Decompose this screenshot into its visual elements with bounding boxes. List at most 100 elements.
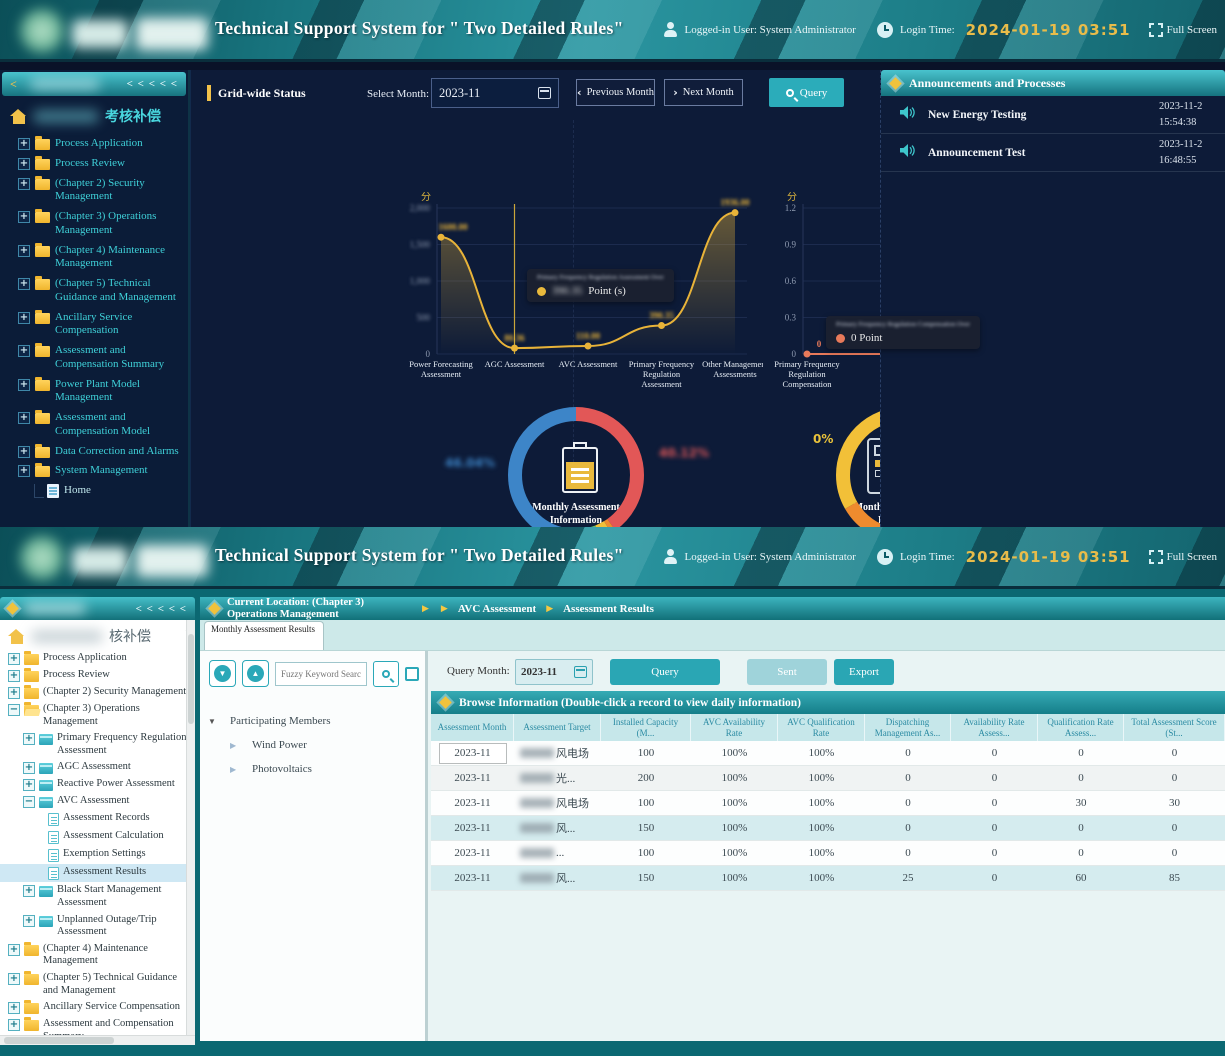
chevron-right-icon[interactable]: ▶ (230, 765, 240, 774)
expand-icon[interactable]: − (8, 704, 20, 716)
members-tree-item-wind[interactable]: ▶ Wind Power (208, 733, 425, 757)
tree-item[interactable]: Exemption Settings (0, 846, 195, 864)
sidebar-collapse-bar[interactable]: < < < < < < (2, 72, 186, 96)
sidebar-item[interactable]: +Assessment and Compensation Model (0, 408, 188, 442)
tree-item[interactable]: +Assessment and Compensation Summary (0, 1016, 195, 1035)
query-button[interactable]: Query (610, 659, 720, 685)
fuzzy-search-input[interactable] (275, 662, 367, 686)
expand-icon[interactable]: + (18, 178, 30, 190)
checkbox[interactable] (405, 667, 419, 681)
full-screen-button[interactable]: Full Screen (1148, 22, 1217, 38)
sidebar-item[interactable]: +(Chapter 2) Security Management (0, 174, 188, 208)
tree-item[interactable]: +Ancillary Service Compensation (0, 999, 195, 1016)
month-picker[interactable] (431, 78, 559, 108)
assessment-line-chart[interactable]: Primary Frequency Regulation Assessment … (391, 192, 763, 392)
tree-item[interactable]: +(Chapter 2) Security Management (0, 684, 195, 701)
expand-icon[interactable]: + (18, 465, 30, 477)
expand-icon[interactable]: + (18, 312, 30, 324)
table-row[interactable]: 2023-11风...150100%100%0000 (431, 816, 1225, 841)
column-header[interactable]: Dispatching Management As... (865, 714, 951, 741)
next-month-button[interactable]: ›Next Month (664, 79, 743, 106)
table-row[interactable]: 2023-11风电场100100%100%0000 (431, 741, 1225, 766)
column-header[interactable]: AVC Qualification Rate (778, 714, 865, 741)
tree-item[interactable]: +(Chapter 4) Maintenance Management (0, 941, 195, 970)
expand-icon[interactable]: + (8, 670, 20, 682)
expand-icon[interactable]: + (18, 379, 30, 391)
sidebar-item[interactable]: +Data Correction and Alarms (0, 442, 188, 462)
tree-item[interactable]: Assessment Calculation (0, 828, 195, 846)
expand-icon[interactable]: + (8, 944, 20, 956)
expand-icon[interactable]: + (23, 733, 35, 745)
sidebar-item[interactable]: +Power Plant Model Management (0, 375, 188, 409)
tree-item[interactable]: +Process Application (0, 650, 195, 667)
table-row[interactable]: 2023-11风...150100%100%2506085 (431, 866, 1225, 891)
expand-icon[interactable]: + (18, 345, 30, 357)
expand-icon[interactable]: + (8, 1002, 20, 1014)
tree-item[interactable]: +Black Start Management Assessment (0, 882, 195, 911)
expand-icon[interactable]: + (8, 653, 20, 665)
horizontal-scrollbar[interactable] (0, 1035, 195, 1045)
sidebar-collapse-bar[interactable]: < < < < < (0, 597, 195, 620)
expand-icon[interactable]: + (8, 973, 20, 985)
expand-icon[interactable]: + (8, 1019, 20, 1031)
tree-root[interactable]: 核补偿 (0, 622, 195, 650)
column-header[interactable]: AVC Availability Rate (691, 714, 778, 741)
tree-item[interactable]: −AVC Assessment (0, 793, 195, 810)
expand-icon[interactable]: + (18, 211, 30, 223)
sidebar-item[interactable]: +(Chapter 4) Maintenance Management (0, 241, 188, 275)
breadcrumb-item[interactable]: AVC Assessment (458, 603, 536, 615)
expand-icon[interactable]: + (18, 158, 30, 170)
query-month-picker[interactable] (515, 659, 593, 685)
expand-icon[interactable]: + (18, 245, 30, 257)
table-row[interactable]: 2023-11光...200100%100%0000 (431, 766, 1225, 791)
breadcrumb-item[interactable]: Assessment Results (563, 603, 654, 615)
column-header[interactable]: Qualification Rate Assess... (1038, 714, 1124, 741)
expand-all-button[interactable]: ▼ (209, 660, 236, 687)
tree-item[interactable]: +Reactive Power Assessment (0, 776, 195, 793)
column-header[interactable]: Assessment Target (514, 714, 601, 741)
export-button[interactable]: Export (834, 659, 894, 685)
sent-button[interactable]: Sent (747, 659, 827, 685)
sidebar-item[interactable]: +(Chapter 5) Technical Guidance and Mana… (0, 274, 188, 308)
tree-root[interactable]: 考核补偿 (0, 100, 188, 134)
sidebar-item-home[interactable]: Home (0, 481, 188, 501)
table-row[interactable]: 2023-11风电场100100%100%003030 (431, 791, 1225, 816)
query-button[interactable]: Query (769, 78, 844, 107)
full-screen-button[interactable]: Full Screen (1148, 549, 1217, 565)
tree-item[interactable]: +AGC Assessment (0, 759, 195, 776)
sidebar-item[interactable]: +(Chapter 3) Operations Management (0, 207, 188, 241)
members-tree-item-pv[interactable]: ▶ Photovoltaics (208, 757, 425, 781)
query-month-input[interactable] (521, 666, 574, 678)
search-button[interactable] (373, 661, 399, 687)
chevron-right-icon[interactable]: ▶ (230, 741, 240, 750)
expand-icon[interactable]: + (18, 278, 30, 290)
expand-icon[interactable]: + (8, 687, 20, 699)
expand-icon[interactable]: + (18, 412, 30, 424)
expand-icon[interactable]: − (23, 796, 35, 808)
vertical-scrollbar[interactable] (186, 620, 195, 1035)
expand-icon[interactable]: + (23, 885, 35, 897)
sidebar-item[interactable]: +Assessment and Compensation Summary (0, 341, 188, 375)
expand-icon[interactable]: + (18, 138, 30, 150)
collapse-all-button[interactable]: ▲ (242, 660, 269, 687)
column-header[interactable]: Installed Capacity (M... (601, 714, 691, 741)
column-header[interactable]: Total Assessment Score (St... (1124, 714, 1225, 741)
tree-item[interactable]: Assessment Records (0, 810, 195, 828)
members-tree-root[interactable]: ▼ Participating Members (208, 709, 425, 733)
expand-icon[interactable]: + (23, 915, 35, 927)
table-row[interactable]: 2023-11...100100%100%0000 (431, 841, 1225, 866)
tree-item[interactable]: +Primary Frequency Regulation Assessment (0, 730, 195, 759)
tree-item[interactable]: +Unplanned Outage/Trip Assessment (0, 912, 195, 941)
chevron-down-icon[interactable]: ▼ (208, 717, 218, 726)
announcement-item[interactable]: Announcement Test2023-11-216:48:55 (881, 134, 1225, 172)
month-input[interactable] (439, 86, 538, 101)
sidebar-item[interactable]: +Process Review (0, 154, 188, 174)
tree-item[interactable]: +(Chapter 5) Technical Guidance and Mana… (0, 970, 195, 999)
tab-monthly-assessment-results[interactable]: Monthly Assessment Results (204, 621, 324, 650)
expand-icon[interactable]: + (23, 779, 35, 791)
column-header[interactable]: Assessment Month (431, 714, 514, 741)
announcement-item[interactable]: New Energy Testing2023-11-215:54:38 (881, 96, 1225, 134)
expand-icon[interactable]: + (18, 446, 30, 458)
expand-icon[interactable]: + (23, 762, 35, 774)
tree-item[interactable]: +Process Review (0, 667, 195, 684)
